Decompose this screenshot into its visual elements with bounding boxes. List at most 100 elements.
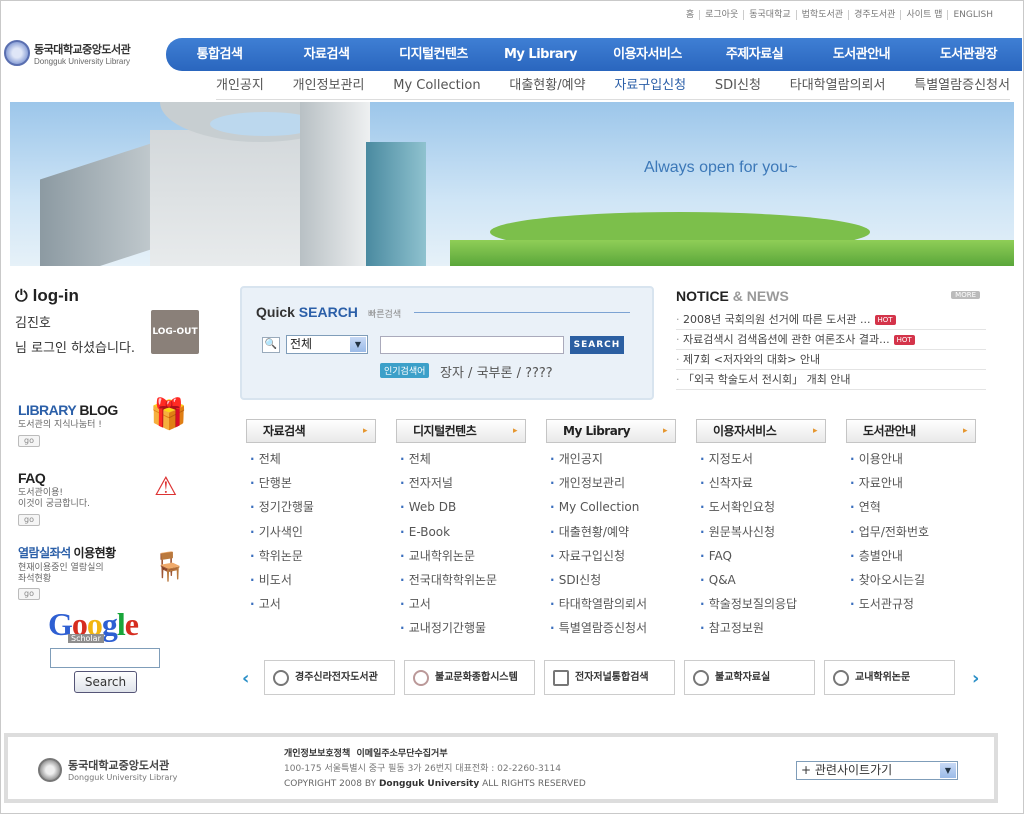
column-link[interactable]: 전국대학학위논문: [396, 570, 526, 594]
column-link[interactable]: 교내정기간행물: [396, 618, 526, 642]
blog-go-button[interactable]: go: [18, 435, 40, 447]
column-link[interactable]: 단행본: [246, 473, 376, 497]
column-link[interactable]: 원문복사신청: [696, 522, 826, 546]
column-link[interactable]: 도서관규정: [846, 594, 976, 618]
search-button[interactable]: SEARCH: [570, 336, 624, 354]
top-link-home[interactable]: 홈: [681, 10, 699, 20]
sub-nav-item[interactable]: 대출현황/예약: [509, 72, 585, 99]
column-link[interactable]: 자료안내: [846, 473, 976, 497]
site-logo[interactable]: 동국대학교중앙도서관 Dongguk University Library: [4, 40, 131, 66]
main-nav-item[interactable]: 통합검색: [166, 38, 273, 71]
column-link[interactable]: 개인정보관리: [546, 473, 676, 497]
column-link[interactable]: Web DB: [396, 497, 526, 521]
search-icon[interactable]: 🔍: [262, 337, 280, 353]
main-nav-item[interactable]: 도서관광장: [915, 38, 1022, 71]
column-link[interactable]: 층별안내: [846, 546, 976, 570]
notice-item[interactable]: 자료검색시 검색옵션에 관한 여론조사 결과...HOT: [676, 330, 986, 350]
related-sites-select[interactable]: + 관련사이트가기 ▼: [796, 761, 958, 780]
column-link[interactable]: 전체: [396, 449, 526, 473]
column-link[interactable]: 지정도서: [696, 449, 826, 473]
top-link-law-library[interactable]: 법학도서관: [795, 10, 848, 20]
column-link[interactable]: 대출현황/예약: [546, 522, 676, 546]
sub-nav-item-active[interactable]: 자료구입신청: [614, 72, 686, 99]
column-header[interactable]: 이용자서비스: [696, 419, 826, 443]
column-link[interactable]: 학술정보질의응답: [696, 594, 826, 618]
main-nav-item[interactable]: 주제자료실: [701, 38, 808, 71]
top-link-english[interactable]: ENGLISH: [947, 10, 998, 20]
sub-nav-item[interactable]: My Collection: [393, 72, 480, 99]
chevron-left-icon[interactable]: ‹: [242, 668, 249, 689]
carousel-item[interactable]: 불교학자료실: [684, 660, 815, 695]
column-header[interactable]: My Library: [546, 419, 676, 443]
column-link[interactable]: FAQ: [696, 546, 826, 570]
column-link[interactable]: 고서: [246, 594, 376, 618]
top-link-logout[interactable]: 로그아웃: [699, 10, 743, 20]
faq-desc-1: 도서관이용!: [18, 488, 64, 498]
column-header[interactable]: 디지털컨텐츠: [396, 419, 526, 443]
sub-nav-item[interactable]: 개인정보관리: [293, 72, 365, 99]
privacy-policy-link[interactable]: 개인정보보호정책: [284, 749, 350, 759]
sub-nav-item[interactable]: SDI신청: [715, 72, 761, 99]
sub-nav-item[interactable]: 특별열람증신청서: [914, 72, 1010, 99]
blog-title[interactable]: LIBRARY BLOG: [18, 402, 118, 418]
top-link-university[interactable]: 동국대학교: [743, 10, 795, 20]
lotus-icon: [413, 670, 429, 686]
column-link[interactable]: 참고정보원: [696, 618, 826, 642]
sub-nav-item[interactable]: 개인공지: [216, 72, 264, 99]
top-link-gyeongju-library[interactable]: 경주도서관: [848, 10, 900, 20]
column-link[interactable]: 전체: [246, 449, 376, 473]
column-link[interactable]: 신착자료: [696, 473, 826, 497]
column-link[interactable]: 자료구입신청: [546, 546, 676, 570]
column-link[interactable]: 이용안내: [846, 449, 976, 473]
google-scholar-input[interactable]: [50, 648, 160, 668]
faq-title[interactable]: FAQ: [18, 470, 90, 486]
column-link[interactable]: SDI신청: [546, 570, 676, 594]
notice-item[interactable]: 제7회 <저자와의 대화> 안내: [676, 350, 986, 370]
main-nav-item[interactable]: 이용자서비스: [594, 38, 701, 71]
search-input[interactable]: [380, 336, 564, 354]
email-refusal-link[interactable]: 이메일주소무단수집거부: [357, 749, 448, 759]
column-link[interactable]: 업무/전화번호: [846, 522, 976, 546]
seat-go-button[interactable]: go: [18, 588, 40, 600]
google-search-button[interactable]: Search: [74, 671, 137, 693]
carousel-item[interactable]: 전자저널통합검색: [544, 660, 675, 695]
column-link[interactable]: 전자저널: [396, 473, 526, 497]
column-link[interactable]: 타대학열람의뢰서: [546, 594, 676, 618]
column-link[interactable]: 학위논문: [246, 546, 376, 570]
column-link[interactable]: 찾아오시는길: [846, 570, 976, 594]
column-header[interactable]: 도서관안내: [846, 419, 976, 443]
column-link[interactable]: 기사색인: [246, 522, 376, 546]
seat-status-title[interactable]: 열람실좌석 이용현황: [18, 544, 116, 561]
main-nav-item[interactable]: 자료검색: [273, 38, 380, 71]
carousel-item[interactable]: 교내학위논문: [824, 660, 955, 695]
main-nav-item[interactable]: My Library: [487, 38, 594, 71]
column-link[interactable]: 도서확인요청: [696, 497, 826, 521]
column-link[interactable]: 비도서: [246, 570, 376, 594]
login-title: ⏻ log-in: [15, 286, 79, 305]
column-link[interactable]: 개인공지: [546, 449, 676, 473]
main-nav-item[interactable]: 도서관안내: [808, 38, 915, 71]
sub-nav-item[interactable]: 타대학열람의뢰서: [790, 72, 886, 99]
column-link[interactable]: E-Book: [396, 522, 526, 546]
search-scope-select[interactable]: 전체 ▼: [286, 335, 368, 354]
notice-item[interactable]: 2008년 국회의원 선거에 따른 도서관 ...HOT: [676, 310, 986, 330]
popular-keywords[interactable]: 장자 / 국부론 / ????: [440, 362, 553, 381]
column-link[interactable]: 연혁: [846, 497, 976, 521]
column-link[interactable]: 교내학위논문: [396, 546, 526, 570]
top-link-sitemap[interactable]: 사이트 맵: [900, 10, 947, 20]
column-link[interactable]: 고서: [396, 594, 526, 618]
notice-more-button[interactable]: MORE: [951, 291, 980, 299]
carousel-item[interactable]: 불교문화종합시스템: [404, 660, 535, 695]
logout-button[interactable]: LOG-OUT: [151, 310, 199, 354]
carousel-item[interactable]: 경주신라전자도서관: [264, 660, 395, 695]
faq-go-button[interactable]: go: [18, 514, 40, 526]
column-link[interactable]: My Collection: [546, 497, 676, 521]
magnifier-icon: [693, 670, 709, 686]
column-link[interactable]: Q&A: [696, 570, 826, 594]
main-nav-item[interactable]: 디지털컨텐츠: [380, 38, 487, 71]
column-link[interactable]: 특별열람증신청서: [546, 618, 676, 642]
column-header[interactable]: 자료검색: [246, 419, 376, 443]
chevron-right-icon[interactable]: ›: [972, 668, 979, 689]
notice-item[interactable]: 「외국 학술도서 전시회」 개최 안내: [676, 370, 986, 390]
column-link[interactable]: 정기간행물: [246, 497, 376, 521]
